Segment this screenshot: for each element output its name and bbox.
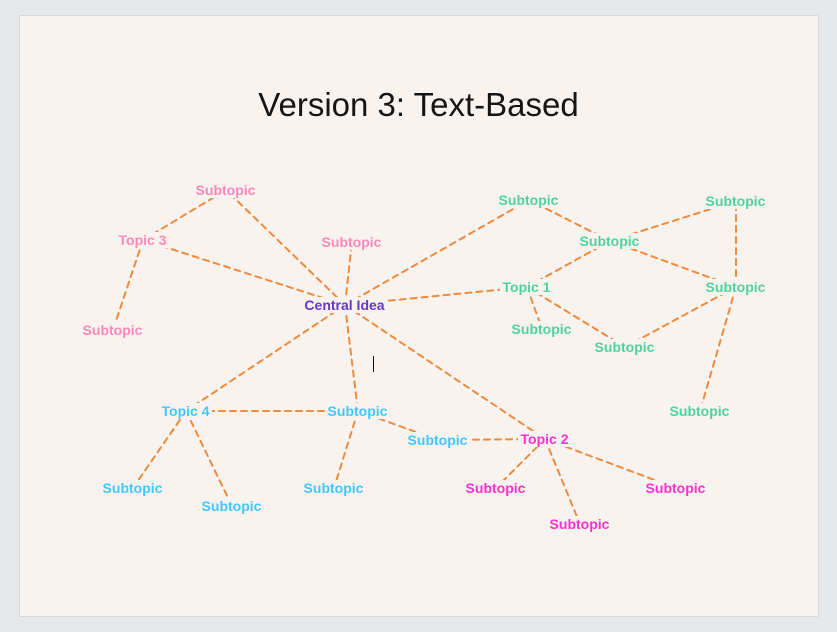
- topic-1-subtopic: Subtopic: [592, 339, 658, 355]
- topic-3-subtopic: Subtopic: [319, 234, 385, 250]
- topic-4-subtopic: Subtopic: [100, 480, 166, 496]
- diagram-canvas: Version 3: Text-Based Central Idea Topic…: [19, 15, 819, 617]
- topic-2-subtopic: Subtopic: [463, 480, 529, 496]
- topic-4-subtopic: Subtopic: [301, 480, 367, 496]
- topic-1-subtopic: Subtopic: [496, 192, 562, 208]
- text-cursor-icon: [373, 356, 374, 372]
- topic-2-node: Topic 2: [518, 431, 572, 447]
- topic-3-node: Topic 3: [116, 232, 170, 248]
- topic-3-subtopic: Subtopic: [193, 182, 259, 198]
- topic-3-subtopic: Subtopic: [80, 322, 146, 338]
- topic-4-subtopic: Subtopic: [405, 432, 471, 448]
- topic-4-node: Topic 4: [159, 403, 213, 419]
- topic-2-subtopic: Subtopic: [643, 480, 709, 496]
- topic-1-node: Topic 1: [500, 279, 554, 295]
- topic-1-subtopic: Subtopic: [667, 403, 733, 419]
- diagram-title: Version 3: Text-Based: [258, 86, 578, 124]
- topic-4-subtopic: Subtopic: [199, 498, 265, 514]
- topic-1-subtopic: Subtopic: [577, 233, 643, 249]
- central-idea-node: Central Idea: [301, 297, 387, 313]
- topic-4-subtopic: Subtopic: [325, 403, 391, 419]
- topic-1-subtopic: Subtopic: [703, 193, 769, 209]
- topic-2-subtopic: Subtopic: [547, 516, 613, 532]
- topic-1-subtopic: Subtopic: [703, 279, 769, 295]
- topic-1-subtopic: Subtopic: [509, 321, 575, 337]
